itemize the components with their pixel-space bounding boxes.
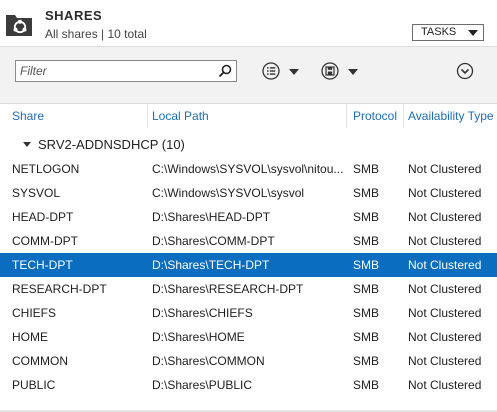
local-path: D:\Shares\HOME [152, 330, 245, 344]
column-divider[interactable] [403, 104, 404, 128]
protocol: SMB [353, 258, 380, 272]
share-name: RESEARCH-DPT [12, 282, 107, 296]
table-row-selected[interactable]: TECH-DPT D:\Shares\TECH-DPT SMB Not Clus… [0, 253, 497, 277]
share-name: COMMON [12, 354, 68, 368]
local-path: D:\Shares\COMMON [152, 354, 265, 368]
table-row[interactable]: RESEARCH-DPT D:\Shares\RESEARCH-DPT SMB … [0, 277, 497, 301]
table-row[interactable]: SYSVOL C:\Windows\SYSVOL\sysvol SMB Not … [0, 181, 497, 205]
protocol: SMB [353, 282, 380, 296]
server-group-label: SRV2-ADDNSDHCP (10) [38, 137, 185, 152]
panel-header: SHARES All shares | 10 total TASKS [0, 0, 497, 46]
availability-type: Not Clustered [408, 234, 482, 248]
table-row[interactable]: HOME D:\Shares\HOME SMB Not Clustered [0, 325, 497, 349]
availability-type: Not Clustered [408, 162, 482, 176]
table-row[interactable]: CHIEFS D:\Shares\CHIEFS SMB Not Clustere… [0, 301, 497, 325]
filter-box [15, 60, 237, 82]
local-path: D:\Shares\HEAD-DPT [152, 210, 271, 224]
protocol: SMB [353, 330, 380, 344]
column-header-local-path[interactable]: Local Path [152, 104, 342, 128]
chevron-down-icon [348, 69, 358, 75]
table-row[interactable]: COMM-DPT D:\Shares\COMM-DPT SMB Not Clus… [0, 229, 497, 253]
view-options-button[interactable] [262, 60, 302, 82]
share-count-summary: All shares | 10 total [45, 27, 147, 41]
protocol: SMB [353, 306, 380, 320]
shares-icon [6, 15, 32, 36]
column-header-availability-type[interactable]: Availability Type [408, 104, 497, 128]
availability-type: Not Clustered [408, 378, 482, 392]
toolbar [0, 47, 497, 103]
save-icon [321, 62, 339, 80]
column-header-share[interactable]: Share [12, 104, 147, 128]
protocol: SMB [353, 210, 380, 224]
availability-type: Not Clustered [408, 330, 482, 344]
server-group-header[interactable]: SRV2-ADDNSDHCP (10) [0, 134, 497, 156]
save-query-button[interactable] [320, 60, 360, 82]
column-divider[interactable] [147, 104, 148, 128]
chevron-down-icon [289, 69, 299, 75]
table-row[interactable]: HEAD-DPT D:\Shares\HEAD-DPT SMB Not Clus… [0, 205, 497, 229]
local-path: D:\Shares\COMM-DPT [152, 234, 275, 248]
search-icon[interactable] [218, 64, 232, 78]
shares-table-body: NETLOGON C:\Windows\SYSVOL\sysvol\nitou.… [0, 157, 497, 397]
expand-icon[interactable] [456, 62, 474, 80]
tasks-label: TASKS [421, 26, 457, 38]
local-path: D:\Shares\RESEARCH-DPT [152, 282, 304, 296]
tasks-button[interactable]: TASKS [412, 24, 484, 41]
availability-type: Not Clustered [408, 186, 482, 200]
filter-input[interactable] [20, 62, 210, 80]
share-name: CHIEFS [12, 306, 57, 320]
protocol: SMB [353, 234, 380, 248]
share-name: SYSVOL [12, 186, 61, 200]
share-name: TECH-DPT [12, 258, 73, 272]
availability-type: Not Clustered [408, 306, 482, 320]
share-name: COMM-DPT [12, 234, 78, 248]
local-path: C:\Windows\SYSVOL\sysvol [152, 186, 305, 200]
share-name: NETLOGON [12, 162, 80, 176]
availability-type: Not Clustered [408, 354, 482, 368]
column-divider[interactable] [346, 104, 347, 128]
share-name: HEAD-DPT [12, 210, 74, 224]
protocol: SMB [353, 354, 380, 368]
page-title: SHARES [45, 8, 103, 23]
share-name: PUBLIC [12, 378, 56, 392]
protocol: SMB [353, 186, 380, 200]
protocol: SMB [353, 162, 380, 176]
chevron-down-icon [468, 30, 478, 36]
table-row[interactable]: NETLOGON C:\Windows\SYSVOL\sysvol\nitou.… [0, 157, 497, 181]
column-header-protocol[interactable]: Protocol [353, 104, 403, 128]
local-path: D:\Shares\PUBLIC [152, 378, 253, 392]
local-path: D:\Shares\TECH-DPT [152, 258, 270, 272]
availability-type: Not Clustered [408, 210, 482, 224]
local-path: D:\Shares\CHIEFS [152, 306, 253, 320]
collapse-triangle-icon[interactable] [23, 142, 31, 147]
availability-type: Not Clustered [408, 258, 482, 272]
table-row[interactable]: PUBLIC D:\Shares\PUBLIC SMB Not Clustere… [0, 373, 497, 397]
local-path: C:\Windows\SYSVOL\sysvol\nitou... [152, 162, 344, 176]
shares-panel: SHARES All shares | 10 total TASKS Filte… [0, 0, 497, 412]
list-view-icon [262, 62, 280, 80]
share-name: HOME [12, 330, 48, 344]
table-row[interactable]: COMMON D:\Shares\COMMON SMB Not Clustere… [0, 349, 497, 373]
availability-type: Not Clustered [408, 282, 482, 296]
protocol: SMB [353, 378, 380, 392]
